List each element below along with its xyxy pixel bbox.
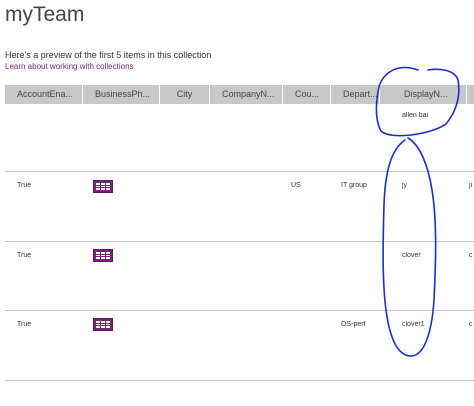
column-header-business-phones[interactable]: BusinessPh... (83, 85, 160, 104)
cell-department: OS-perf (341, 321, 366, 328)
cell-extra: ji (469, 182, 473, 189)
column-header-company-name[interactable]: CompanyN... (210, 85, 283, 104)
column-header-country[interactable]: Cou... (283, 85, 331, 104)
cell-account-enabled: True (17, 252, 32, 259)
cell-account-enabled: True (17, 182, 32, 189)
cell-country: US (291, 182, 301, 189)
table-grid-icon[interactable] (93, 249, 113, 262)
row-divider (5, 380, 474, 381)
table-header: AccountEna... BusinessPh... City Company… (5, 85, 474, 104)
page-title: myTeam (5, 3, 85, 26)
column-header-city[interactable]: City (160, 85, 210, 104)
row-divider (5, 241, 474, 242)
cell-extra: c (469, 252, 473, 259)
cell-display-name: allen bai (402, 112, 429, 119)
column-header-extra[interactable] (467, 85, 474, 104)
cell-account-enabled: True (17, 321, 32, 328)
handdrawn-annotation (375, 66, 460, 357)
preview-description: Here's a preview of the first 5 items in… (5, 50, 212, 60)
column-header-department[interactable]: Depart... (331, 85, 380, 104)
table-grid-icon[interactable] (93, 318, 113, 331)
cell-display-name: jy (402, 182, 408, 189)
cell-department: IT group (341, 182, 367, 189)
cell-extra: c (469, 321, 473, 328)
column-header-account-enabled[interactable]: AccountEna... (5, 85, 83, 104)
cell-display-name: clover (402, 252, 421, 259)
cell-display-name: clover1 (402, 321, 425, 328)
learn-collections-link[interactable]: Learn about working with collections (5, 62, 134, 71)
row-divider (5, 310, 474, 311)
column-header-display-name[interactable]: DisplayN... (380, 85, 467, 104)
row-divider (5, 171, 474, 172)
table-grid-icon[interactable] (93, 180, 113, 193)
